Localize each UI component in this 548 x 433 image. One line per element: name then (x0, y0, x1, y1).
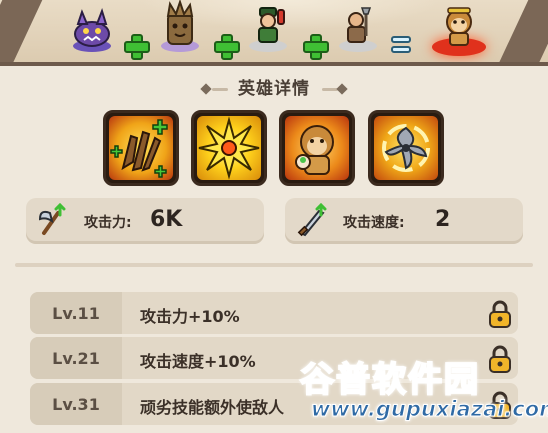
attack-speed-stat: 攻击速度: 2 (285, 198, 523, 244)
skill-shuriken[interactable] (368, 110, 444, 186)
watermark-site-url: www.gupuxiazai.com (311, 397, 548, 422)
hero-details-title: 英雄详情 (238, 79, 310, 99)
upgrade-level: Lv.11 (30, 292, 122, 334)
burst-skill-icon (198, 116, 260, 180)
skill-claw[interactable] (103, 110, 179, 186)
monkey-king-hero-icon (446, 7, 472, 46)
ingredient-slot-warrior[interactable] (334, 0, 382, 62)
upgrade-description: 攻击速度+10% (140, 352, 256, 371)
hero-recipe-bar (0, 0, 548, 66)
attack-speed-value: 2 (435, 207, 451, 232)
plus-icon (124, 34, 150, 60)
soldier-hero-icon (258, 7, 285, 43)
upgrade-description: 顽劣技能额外使敌人 (140, 398, 285, 417)
upgrade-row[interactable]: Lv.11 攻击力+10% (30, 292, 518, 334)
lock-icon (489, 300, 511, 328)
ingredient-slot-tree-stump[interactable] (156, 0, 204, 62)
upgrade-description: 攻击力+10% (140, 307, 240, 326)
purple-beast-hero-icon (74, 7, 110, 47)
attack-value: 6K (150, 207, 183, 232)
watermark-site-name: 谷普软件园 (299, 359, 480, 401)
warrior-hero-icon (347, 7, 372, 43)
claw-skill-icon (110, 119, 168, 178)
bar-decor-stripe (495, 0, 548, 62)
bar-decor-stripe (0, 0, 43, 62)
monkey-skill-icon (295, 125, 334, 175)
section-divider (15, 263, 533, 267)
ingredient-slot-purple-beast[interactable] (68, 0, 116, 62)
attack-speed-label: 攻击速度: (343, 215, 405, 231)
sword-speed-icon (297, 203, 327, 237)
tree-stump-hero-icon (166, 0, 194, 45)
shuriken-skill-icon (382, 124, 430, 172)
attack-stat: 攻击力: 6K (26, 198, 264, 244)
attack-label: 攻击力: (84, 215, 132, 231)
skill-monkey[interactable] (279, 110, 355, 186)
axe-icon (38, 203, 66, 235)
upgrade-level: Lv.21 (30, 337, 122, 379)
ingredient-slot-soldier[interactable] (244, 0, 292, 62)
upgrade-level: Lv.31 (30, 383, 122, 425)
skill-burst[interactable] (191, 110, 267, 186)
plus-icon (303, 34, 329, 60)
equals-icon (391, 36, 411, 54)
result-slot-monkey-king[interactable] (428, 0, 490, 62)
plus-icon (214, 34, 240, 60)
